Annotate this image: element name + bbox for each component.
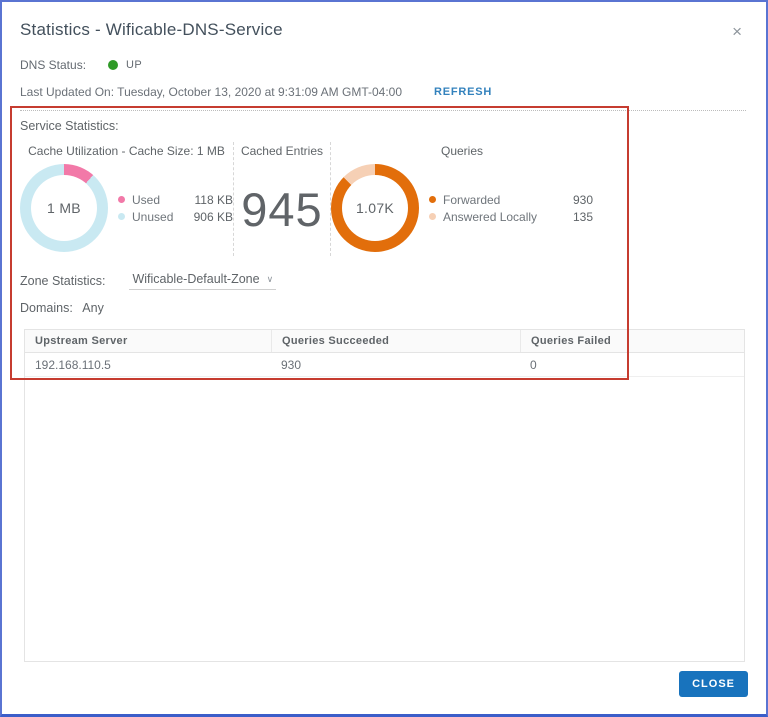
service-statistics-panels: Cache Utilization - Cache Size: 1 MB 1 M… [20,140,746,258]
forwarded-dot-icon [429,196,436,203]
legend-item-answered-locally: Answered Locally 135 [429,210,593,224]
close-button[interactable]: CLOSE [679,671,748,697]
upstream-server-table: Upstream Server Queries Succeeded Querie… [24,329,745,662]
cached-entries-value: 945 [241,182,323,236]
cell-queries-failed: 0 [530,357,537,372]
zone-statistics-label: Zone Statistics: [20,273,106,288]
unused-dot-icon [118,213,125,220]
dialog-header: Statistics - Wificable-DNS-Service × [20,2,746,42]
cache-donut-center-label: 1 MB [31,175,97,241]
cache-utilization-legend: Used 118 KB Unused 906 KB [118,190,233,227]
cell-upstream-server: 192.168.110.5 [35,357,111,372]
refresh-button[interactable]: REFRESH [434,86,492,98]
zone-selected-value: Wificable-Default-Zone [132,272,260,286]
queries-title: Queries [440,144,484,158]
legend-item-forwarded: Forwarded 930 [429,193,593,207]
queries-legend: Forwarded 930 Answered Locally 135 [429,190,593,227]
status-up-dot-icon [108,60,119,70]
zone-statistics-row: Zone Statistics: Wificable-Default-Zone … [20,271,746,290]
statistics-dialog: Statistics - Wificable-DNS-Service × DNS… [0,0,768,717]
last-updated-text: Last Updated On: Tuesday, October 13, 20… [20,85,403,99]
cached-entries-panel: Cached Entries 945 [234,140,330,258]
close-icon[interactable]: × [728,21,746,42]
queries-donut-center-label: 1.07K [342,175,408,241]
zone-select-dropdown[interactable]: Wificable-Default-Zone ∨ [129,271,277,290]
service-statistics-label: Service Statistics: [20,119,119,133]
cache-utilization-title: Cache Utilization - Cache Size: 1 MB [28,144,225,158]
table-header: Upstream Server Queries Succeeded Querie… [25,330,744,353]
column-header-upstream-server: Upstream Server [35,335,128,347]
used-dot-icon [118,196,125,203]
cached-entries-title: Cached Entries [240,144,324,158]
dialog-title: Statistics - Wificable-DNS-Service [20,20,283,39]
column-header-queries-succeeded: Queries Succeeded [271,330,520,352]
legend-item-unused: Unused 906 KB [118,210,233,224]
column-header-queries-failed: Queries Failed [520,330,744,352]
legend-item-used: Used 118 KB [118,193,233,207]
last-updated-row: Last Updated On: Tuesday, October 13, 20… [20,85,746,111]
cell-queries-succeeded: 930 [281,357,302,372]
dns-status-label: DNS Status: [20,58,87,72]
table-row: 192.168.110.5 930 0 [25,353,744,377]
dns-status-value: UP [126,59,143,71]
queries-panel: Queries 1.07K Forwarded 930 Answered Loc… [331,140,593,258]
domains-label: Domains: [20,301,73,315]
cache-utilization-panel: Cache Utilization - Cache Size: 1 MB 1 M… [20,140,233,258]
dns-status-row: DNS Status: UP [20,58,746,72]
domains-row: Domains: Any [20,301,746,315]
cache-utilization-donut-chart: 1 MB [20,164,108,252]
chevron-down-icon: ∨ [266,273,274,284]
queries-donut-chart: 1.07K [331,164,419,252]
domains-value: Any [82,301,104,315]
answered-locally-dot-icon [429,213,436,220]
